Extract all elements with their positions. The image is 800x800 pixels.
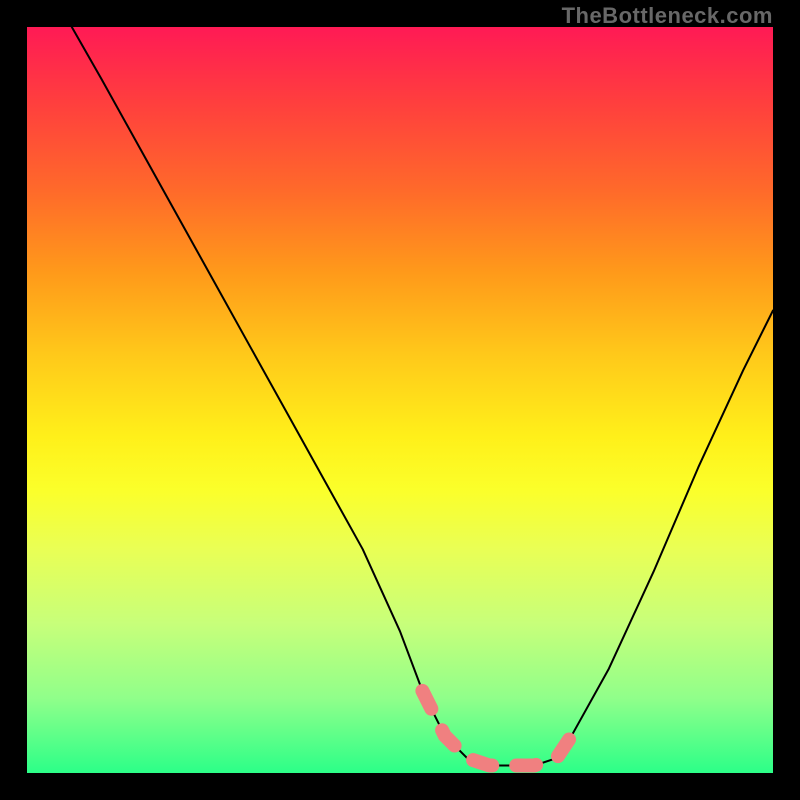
trough-marker [422,691,571,766]
watermark-text: TheBottleneck.com [562,3,773,29]
chart-svg [27,27,773,773]
chart-container: TheBottleneck.com [0,0,800,800]
plot-area [27,27,773,773]
bottleneck-curve [72,27,773,766]
